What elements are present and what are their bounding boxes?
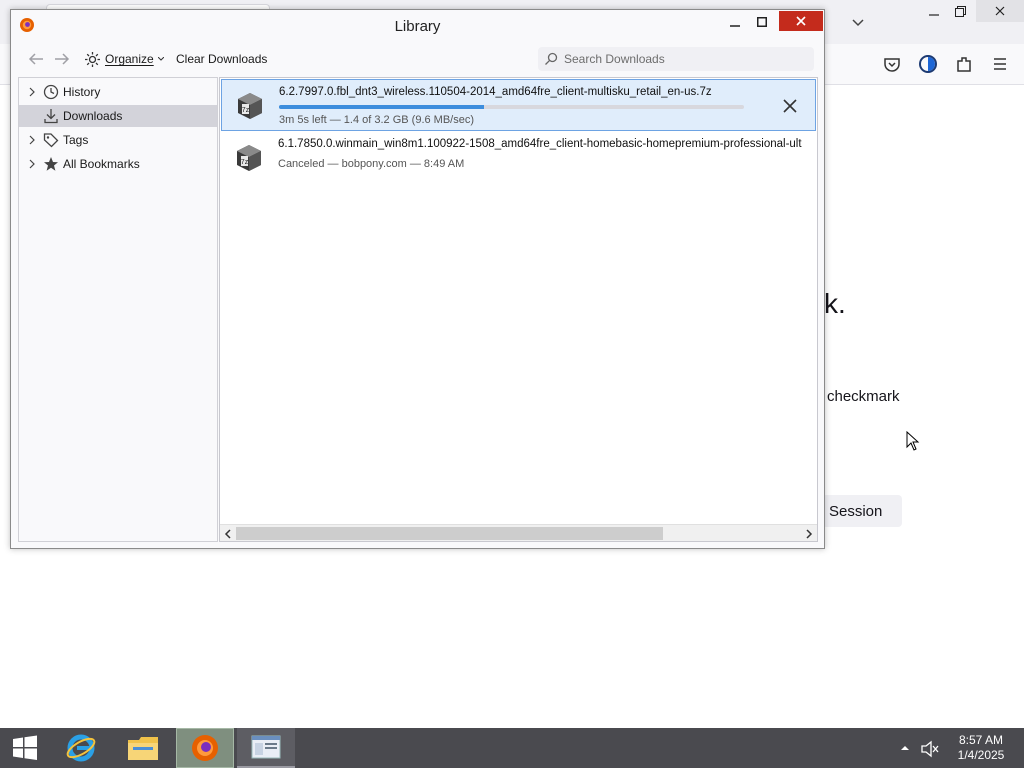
download-status: Canceled — bobpony.com — 8:49 AM — [278, 158, 465, 170]
file-explorer-icon — [128, 737, 158, 760]
download-icon — [44, 109, 58, 124]
library-title-bar[interactable]: Library — [11, 10, 824, 40]
taskbar-internet-explorer[interactable] — [52, 728, 110, 768]
library-window: Library Organize Clear Downloads History… — [10, 9, 825, 549]
clock-date: 1/4/2025 — [957, 748, 1005, 762]
start-button[interactable] — [0, 728, 50, 768]
taskbar-file-explorer[interactable] — [114, 728, 172, 768]
vpn-shield-icon[interactable] — [918, 54, 938, 74]
list-all-tabs-icon[interactable] — [848, 12, 868, 32]
forward-arrow-icon[interactable] — [53, 51, 71, 67]
session-button[interactable]: Session — [822, 495, 902, 527]
download-item[interactable]: 7z 6.2.7997.0.fbl_dnt3_wireless.110504-2… — [221, 79, 816, 131]
internet-explorer-icon — [66, 734, 96, 762]
firefox-icon — [192, 735, 218, 761]
organize-button[interactable]: Organize — [84, 48, 164, 70]
sidebar-item-label: History — [63, 85, 101, 99]
search-downloads-box[interactable] — [538, 47, 814, 71]
download-status: 3m 5s left — 1.4 of 3.2 GB (9.6 MB/sec) — [279, 114, 475, 126]
horizontal-scrollbar[interactable] — [220, 524, 817, 541]
gear-icon — [85, 51, 100, 67]
back-arrow-icon[interactable] — [27, 51, 45, 67]
search-downloads-input[interactable] — [564, 52, 804, 66]
library-minimize-button[interactable] — [724, 12, 746, 32]
chevron-down-icon — [157, 57, 164, 61]
download-filename: 6.2.7997.0.fbl_dnt3_wireless.110504-2014… — [279, 86, 712, 98]
archive-file-icon: 7z — [238, 93, 262, 119]
page-heading-fragment: k. — [824, 288, 846, 319]
mouse-cursor-icon — [906, 431, 920, 451]
sidebar-item-history[interactable]: History — [19, 81, 217, 103]
cancel-download-icon[interactable] — [782, 98, 798, 114]
sidebar-item-tags[interactable]: Tags — [19, 129, 217, 151]
library-sidebar: History Downloads Tags All Bookmarks — [18, 77, 218, 542]
sidebar-item-label: All Bookmarks — [63, 157, 140, 171]
scroll-left-arrow-icon[interactable] — [222, 528, 234, 540]
library-title: Library — [394, 18, 441, 35]
taskbar — [0, 728, 1024, 768]
clock-time: 8:57 AM — [958, 733, 1004, 747]
pocket-icon[interactable] — [882, 54, 902, 74]
library-toolbar: Organize Clear Downloads — [11, 42, 824, 76]
download-item[interactable]: 7z 6.1.7850.0.winmain_win8m1.100922-1508… — [221, 132, 816, 184]
star-icon — [44, 157, 58, 171]
library-close-button[interactable] — [779, 11, 823, 31]
sidebar-item-all-bookmarks[interactable]: All Bookmarks — [19, 153, 217, 175]
page-text-fragment: checkmark — [827, 388, 900, 405]
library-window-icon — [251, 735, 281, 759]
library-maximize-button[interactable] — [751, 12, 773, 32]
archive-file-icon: 7z — [237, 145, 261, 171]
taskbar-library-window[interactable] — [237, 728, 295, 768]
clear-downloads-button[interactable]: Clear Downloads — [176, 48, 267, 70]
sidebar-item-label: Tags — [63, 133, 89, 147]
taskbar-firefox[interactable] — [176, 728, 234, 768]
expand-chevron-icon[interactable] — [27, 159, 37, 169]
system-clock[interactable]: 8:57 AM 1/4/2025 — [950, 733, 1012, 763]
svg-text:7z: 7z — [241, 159, 249, 166]
scroll-right-arrow-icon[interactable] — [803, 528, 815, 540]
sidebar-item-downloads[interactable]: Downloads — [19, 105, 217, 127]
speaker-muted-icon[interactable] — [920, 740, 940, 758]
start-icon — [13, 735, 37, 760]
clock-icon — [43, 84, 59, 100]
download-progress-bar — [279, 105, 744, 109]
download-filename: 6.1.7850.0.winmain_win8m1.100922-1508_am… — [278, 138, 802, 150]
organize-label: Organize — [105, 52, 154, 66]
expand-chevron-icon[interactable] — [27, 87, 37, 97]
sidebar-item-label: Downloads — [63, 109, 123, 123]
expand-chevron-icon[interactable] — [27, 135, 37, 145]
scrollbar-thumb[interactable] — [236, 527, 663, 540]
menu-icon[interactable] — [990, 54, 1010, 74]
browser-close-button[interactable] — [976, 0, 1024, 22]
svg-text:7z: 7z — [242, 107, 250, 114]
show-hidden-icons-icon[interactable] — [900, 744, 910, 752]
download-progress-fill — [279, 105, 484, 109]
downloads-list: 7z 6.2.7997.0.fbl_dnt3_wireless.110504-2… — [219, 77, 818, 542]
browser-restore-button[interactable] — [940, 0, 980, 22]
search-icon — [545, 52, 558, 65]
tag-icon — [43, 133, 59, 148]
extensions-icon[interactable] — [954, 54, 974, 74]
